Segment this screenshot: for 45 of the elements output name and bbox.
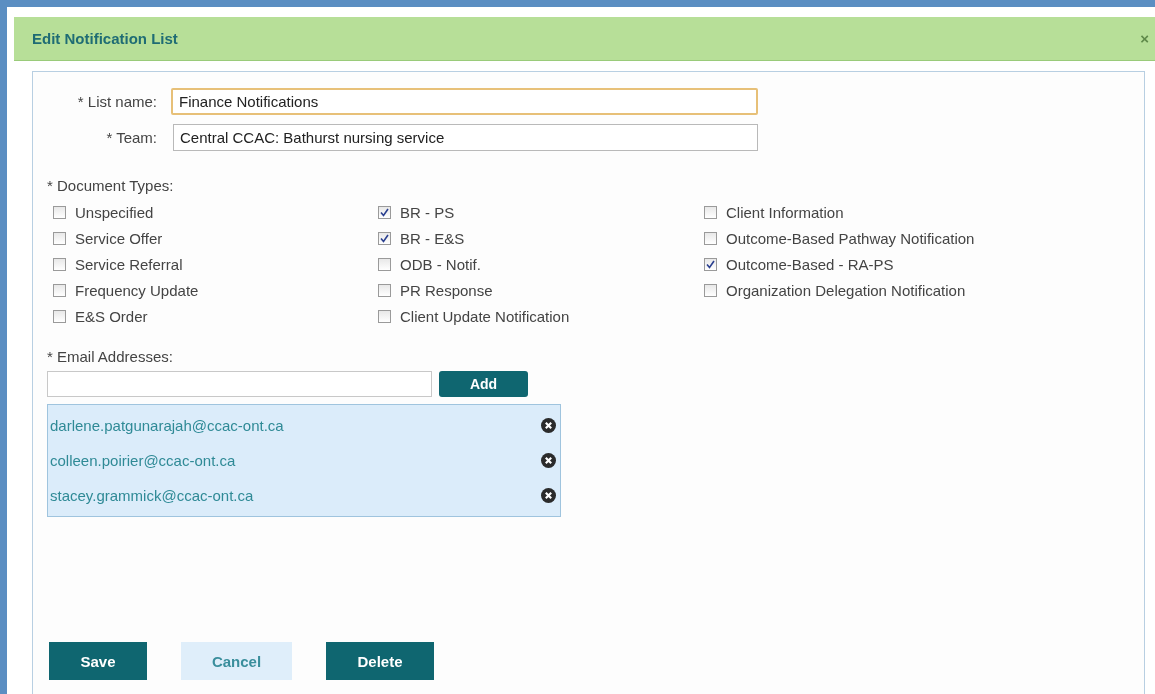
checkbox-label: Client Update Notification bbox=[400, 307, 570, 325]
dialog-title: Edit Notification List bbox=[32, 30, 178, 47]
checkbox[interactable] bbox=[53, 309, 66, 323]
checkbox[interactable] bbox=[378, 309, 391, 323]
checkbox-label: Frequency Update bbox=[75, 281, 199, 299]
checkbox[interactable] bbox=[53, 205, 66, 219]
checkbox[interactable] bbox=[704, 231, 717, 245]
checkbox-label: Organization Delegation Notification bbox=[726, 281, 966, 299]
checkbox[interactable] bbox=[704, 205, 717, 219]
checkbox-label: Service Offer bbox=[75, 229, 163, 247]
checkbox-label: Client Information bbox=[726, 203, 844, 221]
add-button[interactable]: Add bbox=[439, 371, 528, 397]
field-label: * Team: bbox=[105, 129, 157, 146]
checkbox[interactable] bbox=[53, 283, 66, 297]
remove-icon[interactable] bbox=[541, 453, 556, 468]
checkbox[interactable] bbox=[378, 231, 391, 245]
remove-icon[interactable] bbox=[541, 488, 556, 503]
checkbox-label: Outcome-Based Pathway Notification bbox=[726, 229, 975, 247]
email-address: stacey.grammick@ccac-ont.ca bbox=[50, 487, 254, 504]
checkbox[interactable] bbox=[378, 205, 391, 219]
checkbox-label: E&S Order bbox=[75, 307, 148, 325]
checkbox[interactable] bbox=[704, 283, 717, 297]
remove-icon[interactable] bbox=[541, 418, 556, 433]
email-address: darlene.patgunarajah@ccac-ont.ca bbox=[50, 417, 284, 434]
email-address: colleen.poirier@ccac-ont.ca bbox=[50, 452, 236, 469]
checkbox[interactable] bbox=[378, 283, 391, 297]
checkbox-label: PR Response bbox=[400, 281, 493, 299]
checkbox-label: ODB - Notif. bbox=[400, 255, 481, 273]
action-button[interactable]: Delete bbox=[326, 642, 434, 680]
checkbox-label: BR - PS bbox=[400, 203, 455, 221]
checkbox[interactable] bbox=[53, 257, 66, 271]
section-label: * Document Types: bbox=[47, 177, 175, 194]
checkbox[interactable] bbox=[53, 231, 66, 245]
text-field[interactable]: Central CCAC: Bathurst nursing service bbox=[173, 124, 758, 151]
action-button[interactable]: Save bbox=[49, 642, 147, 680]
checkbox-label: Outcome-Based - RA-PS bbox=[726, 255, 894, 273]
checkbox[interactable] bbox=[378, 257, 391, 271]
section-label: * Email Addresses: bbox=[47, 348, 174, 365]
text-field[interactable]: Finance Notifications bbox=[171, 88, 758, 115]
email-input-field[interactable] bbox=[47, 371, 432, 397]
checkbox-label: Service Referral bbox=[75, 255, 183, 273]
checkbox-label: BR - E&S bbox=[400, 229, 465, 247]
checkbox-label: Unspecified bbox=[75, 203, 154, 221]
checkbox[interactable] bbox=[704, 257, 717, 271]
field-label: * List name: bbox=[76, 93, 157, 110]
